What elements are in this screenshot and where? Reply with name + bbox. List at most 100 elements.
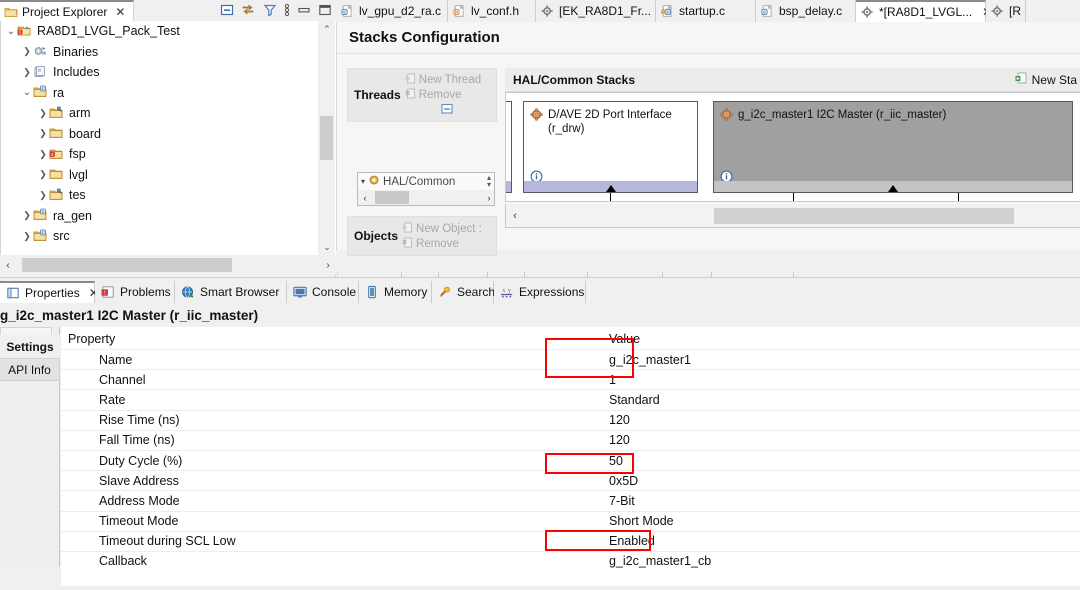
bottom-tab-problems[interactable]: ! Problems bbox=[95, 281, 175, 303]
property-row[interactable]: Timeout during SCL Low Enabled bbox=[61, 530, 1080, 551]
minimize-icon[interactable] bbox=[297, 3, 311, 20]
twisty-expanded-icon[interactable]: ⌄ bbox=[21, 87, 33, 98]
tab-project-explorer[interactable]: Project Explorer ✕ bbox=[0, 0, 135, 21]
scroll-right-icon[interactable]: › bbox=[320, 260, 336, 271]
bottom-tab-search[interactable]: Search bbox=[432, 281, 495, 303]
stack-box-i2c-master1[interactable]: g_i2c_master1 I2C Master (r_iic_master) bbox=[713, 101, 1073, 193]
remove-thread-button[interactable]: Remove bbox=[405, 88, 490, 102]
new-object-button[interactable]: New Object : bbox=[402, 222, 490, 236]
bottom-tab-console[interactable]: Console bbox=[287, 281, 359, 303]
close-icon[interactable]: ✕ bbox=[113, 6, 127, 18]
scroll-right-icon[interactable]: › bbox=[482, 193, 494, 203]
tree-item-binaries[interactable]: ❯ Binaries bbox=[1, 42, 336, 63]
side-tab-api-info[interactable]: API Info bbox=[0, 358, 60, 381]
new-thread-button[interactable]: New Thread bbox=[405, 73, 490, 87]
combo-horizontal-scrollbar[interactable]: ‹ › bbox=[358, 190, 494, 205]
property-row[interactable]: Slave Address 0x5D bbox=[61, 470, 1080, 491]
property-row[interactable]: Address Mode 7-Bit bbox=[61, 490, 1080, 511]
property-value[interactable]: 7-Bit bbox=[609, 494, 635, 508]
maximize-icon[interactable] bbox=[318, 3, 332, 20]
tree-item-fsp[interactable]: ❯ x fsp bbox=[1, 144, 336, 165]
scroll-left-icon[interactable]: ‹ bbox=[358, 193, 372, 203]
editor-tab-4[interactable]: c startup.c bbox=[656, 0, 756, 22]
svg-text:y: y bbox=[508, 288, 512, 294]
property-value[interactable]: g_i2c_master1 bbox=[609, 353, 691, 367]
side-tab-settings[interactable]: Settings bbox=[0, 335, 60, 358]
filter-icon[interactable] bbox=[263, 3, 277, 20]
scroll-thumb[interactable] bbox=[320, 116, 333, 160]
twisty-collapsed-icon[interactable]: ❯ bbox=[37, 190, 49, 201]
tree-item-ra8d1-lvgl-pack-test[interactable]: ⌄ c RA8D1_LVGL_Pack_Test bbox=[1, 21, 336, 42]
twisty-collapsed-icon[interactable]: ❯ bbox=[21, 67, 33, 78]
property-row[interactable]: Timeout Mode Short Mode bbox=[61, 510, 1080, 531]
tree-item-ra[interactable]: ⌄ c ra bbox=[1, 83, 336, 104]
property-row[interactable]: Rise Time (ns) 120 bbox=[61, 409, 1080, 430]
property-row[interactable]: Rate Standard bbox=[61, 389, 1080, 410]
property-value[interactable]: Short Mode bbox=[609, 514, 674, 528]
hscroll-thumb[interactable] bbox=[22, 258, 232, 272]
twisty-collapsed-icon[interactable]: ❯ bbox=[37, 149, 49, 160]
editor-tab-2[interactable]: h lv_conf.h bbox=[448, 0, 536, 22]
property-row[interactable]: Channel 1 bbox=[61, 369, 1080, 390]
properties-table[interactable]: Property Value Name g_i2c_master1 Channel 1… bbox=[61, 327, 1080, 586]
editor-tab-7[interactable]: [R bbox=[986, 0, 1026, 22]
combo-scroll-thumb[interactable] bbox=[375, 191, 409, 204]
editor-tab-3[interactable]: [EK_RA8D1_Fr... bbox=[536, 0, 656, 22]
stack-box-dave2d[interactable]: D/AVE 2D Port Interface (r_drw) bbox=[523, 101, 698, 193]
stacks-canvas[interactable]: D/AVE 2D Port Interface (r_drw) g_i2c_ma… bbox=[505, 92, 1080, 202]
bottom-tab-memory[interactable]: Memory bbox=[359, 281, 432, 303]
tree-item-ra-gen[interactable]: ❯ c ra_gen bbox=[1, 206, 336, 227]
editor-tab-1[interactable]: c lv_gpu_d2_ra.c bbox=[336, 0, 448, 22]
tree-item-lvgl[interactable]: ❯ lvgl bbox=[1, 165, 336, 186]
project-tree[interactable]: ⌄ c RA8D1_LVGL_Pack_Test ❯ Binaries ❯ Includes… bbox=[0, 21, 336, 255]
project-tree-horizontal-scrollbar[interactable]: ‹ › bbox=[0, 255, 336, 275]
link-with-editor-icon[interactable] bbox=[241, 3, 256, 20]
properties-header: g_i2c_master1 I2C Master (r_iic_master) bbox=[0, 303, 1080, 327]
thread-selector-combo[interactable]: ▾ HAL/Common ▴ ▾ ‹ › bbox=[357, 172, 495, 206]
property-value[interactable]: g_i2c_master1_cb bbox=[609, 554, 711, 568]
stacks-horizontal-scrollbar[interactable]: ‹ bbox=[505, 204, 1080, 228]
tree-item-arm[interactable]: ❯ arm bbox=[1, 103, 336, 124]
twisty-collapsed-icon[interactable]: ❯ bbox=[21, 231, 33, 242]
stack-box-partial[interactable] bbox=[506, 101, 512, 193]
project-tree-vertical-scrollbar[interactable]: ⌃ ⌄ bbox=[318, 21, 335, 255]
tree-item-src[interactable]: ❯ c src bbox=[1, 226, 336, 247]
tree-item-tes[interactable]: ❯ tes bbox=[1, 185, 336, 206]
property-row[interactable]: Name g_i2c_master1 bbox=[61, 349, 1080, 370]
editor-tab-5[interactable]: c bsp_delay.c bbox=[756, 0, 856, 22]
scroll-left-icon[interactable]: ‹ bbox=[506, 210, 524, 222]
collapse-threads-button[interactable] bbox=[405, 103, 490, 118]
property-row[interactable]: Callback g_i2c_master1_cb bbox=[61, 550, 1080, 572]
property-value[interactable]: 0x5D bbox=[609, 474, 638, 488]
bottom-tab-properties[interactable]: Properties ✕ bbox=[0, 281, 99, 303]
tree-item-board[interactable]: ❯ board bbox=[1, 124, 336, 145]
new-stack-button[interactable]: New Sta bbox=[1015, 72, 1077, 88]
property-value[interactable]: 120 bbox=[609, 413, 630, 427]
bottom-tab-smart-browser[interactable]: Smart Browser bbox=[175, 281, 287, 303]
scroll-up-icon[interactable]: ⌃ bbox=[319, 21, 335, 37]
twisty-expanded-icon[interactable]: ⌄ bbox=[5, 26, 17, 37]
editor-tab-6[interactable]: *[RA8D1_LVGL...✕ bbox=[856, 0, 992, 22]
stacks-scroll-thumb[interactable] bbox=[714, 207, 1014, 224]
scroll-down-icon[interactable]: ⌄ bbox=[319, 239, 335, 255]
twisty-collapsed-icon[interactable]: ❯ bbox=[21, 46, 33, 57]
view-menu-icon[interactable] bbox=[284, 3, 290, 20]
spinner-icon[interactable]: ▴ ▾ bbox=[487, 174, 491, 189]
twisty-collapsed-icon[interactable]: ❯ bbox=[37, 128, 49, 139]
property-value[interactable]: Enabled bbox=[609, 534, 655, 548]
editor-tab-label: [EK_RA8D1_Fr... bbox=[559, 4, 652, 18]
remove-object-button[interactable]: Remove bbox=[402, 237, 490, 251]
property-value[interactable]: 50 bbox=[609, 454, 623, 468]
tree-item-includes[interactable]: ❯ Includes bbox=[1, 62, 336, 83]
property-value[interactable]: 120 bbox=[609, 433, 630, 447]
property-row[interactable]: Duty Cycle (%) 50 bbox=[61, 449, 1080, 471]
property-row[interactable]: Fall Time (ns) 120 bbox=[61, 429, 1080, 450]
bottom-tab-expressions[interactable]: x y Expressions bbox=[494, 281, 586, 303]
twisty-collapsed-icon[interactable]: ❯ bbox=[21, 210, 33, 221]
scroll-left-icon[interactable]: ‹ bbox=[0, 260, 16, 271]
twisty-collapsed-icon[interactable]: ❯ bbox=[37, 108, 49, 119]
property-value[interactable]: 1 bbox=[609, 373, 616, 387]
twisty-collapsed-icon[interactable]: ❯ bbox=[37, 169, 49, 180]
property-value[interactable]: Standard bbox=[609, 393, 660, 407]
collapse-all-icon[interactable] bbox=[220, 3, 234, 20]
